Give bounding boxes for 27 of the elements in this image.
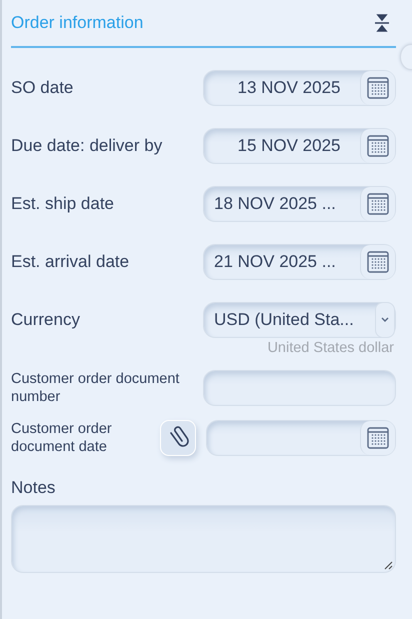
date-field[interactable] — [206, 420, 396, 456]
attach-button[interactable] — [160, 420, 196, 456]
section-title: Order information — [11, 13, 144, 33]
date-field[interactable]: 18 NOV 2025 ... — [203, 186, 396, 222]
notes-field[interactable] — [11, 505, 396, 573]
notes-label: Notes — [11, 478, 56, 498]
field-label: Due date: deliver by — [11, 136, 164, 156]
date-field[interactable]: 21 NOV 2025 ... — [203, 244, 396, 280]
field-label: SO date — [11, 78, 74, 98]
calendar-icon[interactable] — [366, 192, 390, 216]
currency-select[interactable]: USD (United Sta... — [203, 302, 396, 338]
collapse-icon[interactable] — [374, 14, 390, 32]
calendar-icon[interactable] — [366, 250, 390, 274]
calendar-icon[interactable] — [366, 426, 390, 450]
input-field[interactable] — [203, 370, 396, 406]
calendar-icon[interactable] — [366, 134, 390, 158]
date-field[interactable]: 13 NOV 2025 — [203, 70, 396, 106]
field-label: Customer order document date — [11, 420, 113, 456]
currency-note: United States dollar — [266, 340, 394, 356]
chevron-down-icon — [380, 316, 390, 324]
date-field[interactable]: 15 NOV 2025 — [203, 128, 396, 164]
field-label: Est. arrival date — [11, 252, 130, 272]
resize-grip-icon[interactable] — [383, 560, 393, 570]
field-label: Customer order document number — [11, 370, 180, 406]
calendar-icon[interactable] — [366, 76, 390, 100]
field-label: Est. ship date — [11, 194, 116, 214]
field-label: Currency — [11, 310, 81, 330]
